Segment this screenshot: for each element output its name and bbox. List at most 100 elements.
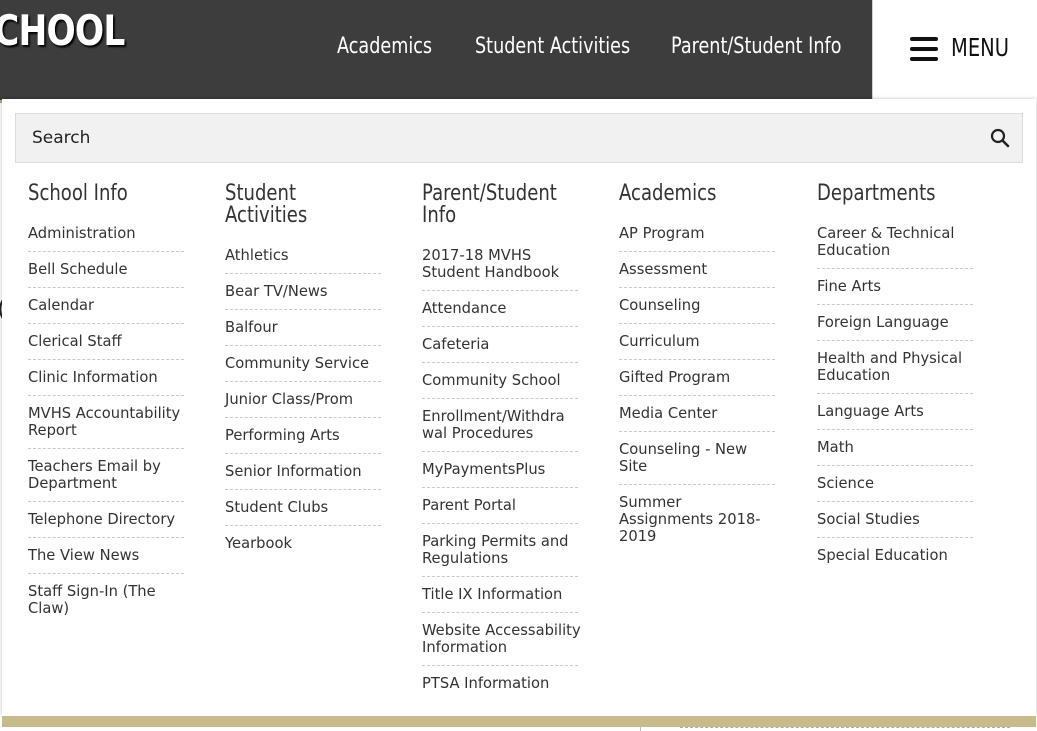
menu-list-item: Administration <box>28 216 184 252</box>
menu-list-item: Summer Assignments 2018- 2019 <box>619 485 775 554</box>
menu-link[interactable]: Senior Information <box>225 454 381 489</box>
menu-link[interactable]: Performing Arts <box>225 418 381 453</box>
menu-link[interactable]: Parking Permits and Regulations <box>422 524 578 576</box>
menu-list-item: Staff Sign-In (The Claw) <box>28 574 184 626</box>
menu-link[interactable]: Calendar <box>28 288 184 323</box>
menu-list-item: Junior Class/Prom <box>225 382 381 418</box>
menu-list-item: PTSA Information <box>422 666 578 701</box>
menu-link-label: Performing Arts <box>225 426 340 444</box>
menu-list-item: Clinic Information <box>28 360 184 396</box>
menu-link[interactable]: Career & Technical Education <box>817 216 973 268</box>
menu-link[interactable]: Media Center <box>619 396 775 431</box>
menu-link[interactable]: Counseling <box>619 288 775 323</box>
menu-link-label: MyPaymentsPlus <box>422 460 546 478</box>
menu-link[interactable]: Bell Schedule <box>28 252 184 287</box>
menu-link[interactable]: Administration <box>28 216 184 251</box>
menu-label: MENU <box>951 33 1010 62</box>
menu-link[interactable]: Language Arts <box>817 394 973 429</box>
menu-link[interactable]: Enrollment/Withdra wal Procedures <box>422 399 578 451</box>
menu-link[interactable]: PTSA Information <box>422 666 578 701</box>
menu-link[interactable]: Math <box>817 430 973 465</box>
mega-menu-bottom-bar <box>2 716 1036 727</box>
menu-link[interactable]: Teachers Email by Department <box>28 449 184 501</box>
menu-list-item: Clerical Staff <box>28 324 184 360</box>
menu-link[interactable]: Athletics <box>225 238 381 273</box>
nav-student-activities[interactable]: Student Activities <box>475 34 630 59</box>
menu-link-label: MVHS Accountability Report <box>28 404 181 439</box>
menu-link[interactable]: Science <box>817 466 973 501</box>
menu-link-label: Health and Physical Education <box>817 349 963 384</box>
menu-link[interactable]: Clinic Information <box>28 360 184 395</box>
menu-link-label: PTSA Information <box>422 674 550 692</box>
menu-link-label: Bear TV/News <box>225 282 328 300</box>
menu-list-item: Social Studies <box>817 502 973 538</box>
menu-link[interactable]: Health and Physical Education <box>817 341 973 393</box>
menu-link[interactable]: Fine Arts <box>817 269 973 304</box>
column-heading: Student Activities <box>225 181 308 228</box>
menu-link-label: Language Arts <box>817 402 924 420</box>
menu-link-label: Bell Schedule <box>28 260 128 278</box>
menu-link[interactable]: Community Service <box>225 346 381 381</box>
menu-list-item: AP Program <box>619 216 775 252</box>
column-heading: Departments <box>817 181 936 206</box>
menu-link[interactable]: Special Education <box>817 538 973 573</box>
menu-link-label: Curriculum <box>619 332 700 350</box>
site-logo-text[interactable]: CHOOL <box>0 6 125 55</box>
menu-list-item: Title IX Information <box>422 577 578 613</box>
menu-list-item: Balfour <box>225 310 381 346</box>
menu-link-label: Teachers Email by Department <box>28 457 161 492</box>
menu-link-label: Student Clubs <box>225 498 329 516</box>
menu-column-academics: Academics AP Program Assessment Counseling… <box>619 183 775 554</box>
menu-link-label: Fine Arts <box>817 277 882 295</box>
menu-column-parent-student-info: Parent/Student Info 2017-18 MVHS Student H… <box>422 183 581 701</box>
menu-list-item: Telephone Directory <box>28 502 184 538</box>
column-links: Administration Bell Schedule Calendar Cleri… <box>28 216 184 626</box>
menu-button[interactable]: MENU <box>872 0 1037 100</box>
menu-link-label: Gifted Program <box>619 368 731 386</box>
menu-list-item: Parking Permits and Regulations <box>422 524 578 577</box>
menu-list-item: Student Clubs <box>225 490 381 526</box>
menu-link[interactable]: Parent Portal <box>422 488 578 523</box>
menu-link-label: Balfour <box>225 318 278 336</box>
menu-link[interactable]: 2017-18 MVHS Student Handbook <box>422 238 578 290</box>
menu-link-label: Cafeteria <box>422 335 490 353</box>
menu-link[interactable]: The View News <box>28 538 184 573</box>
menu-link[interactable]: Clerical Staff <box>28 324 184 359</box>
search-input[interactable] <box>16 114 976 162</box>
menu-link[interactable]: AP Program <box>619 216 775 251</box>
menu-link[interactable]: Junior Class/Prom <box>225 382 381 417</box>
menu-link[interactable]: Website Accessability Information <box>422 613 581 665</box>
menu-link-label: Parking Permits and Regulations <box>422 532 569 567</box>
menu-link[interactable]: Curriculum <box>619 324 775 359</box>
nav-parent-student-info[interactable]: Parent/Student Info <box>671 34 841 59</box>
menu-link[interactable]: Community School <box>422 363 578 398</box>
menu-link[interactable]: Balfour <box>225 310 381 345</box>
nav-academics[interactable]: Academics <box>337 34 432 59</box>
menu-link[interactable]: MVHS Accountability Report <box>28 396 184 448</box>
menu-list-item: Cafeteria <box>422 327 578 363</box>
menu-list-item: The View News <box>28 538 184 574</box>
menu-link[interactable]: Foreign Language <box>817 305 973 340</box>
menu-link-label: Staff Sign-In (The Claw) <box>28 582 156 617</box>
menu-column-student-activities: Student Activities Athletics Bear TV/News… <box>225 183 381 561</box>
menu-link[interactable]: Telephone Directory <box>28 502 184 537</box>
menu-link[interactable]: Counseling - New Site <box>619 432 775 484</box>
menu-link[interactable]: Cafeteria <box>422 327 578 362</box>
search-icon[interactable] <box>990 128 1010 148</box>
menu-link[interactable]: Gifted Program <box>619 360 775 395</box>
menu-link[interactable]: Yearbook <box>225 526 381 561</box>
menu-list-item: Special Education <box>817 538 973 573</box>
menu-list-item: Counseling <box>619 288 775 324</box>
menu-link[interactable]: Social Studies <box>817 502 973 537</box>
menu-list-item: Science <box>817 466 973 502</box>
menu-link-label: AP Program <box>619 224 705 242</box>
menu-link[interactable]: Summer Assignments 2018- 2019 <box>619 485 775 554</box>
menu-list-item: Performing Arts <box>225 418 381 454</box>
menu-link[interactable]: Student Clubs <box>225 490 381 525</box>
menu-link[interactable]: Assessment <box>619 252 775 287</box>
menu-link[interactable]: Title IX Information <box>422 577 578 612</box>
menu-link[interactable]: Staff Sign-In (The Claw) <box>28 574 184 626</box>
menu-link[interactable]: Attendance <box>422 291 578 326</box>
menu-link[interactable]: Bear TV/News <box>225 274 381 309</box>
menu-link[interactable]: MyPaymentsPlus <box>422 452 578 487</box>
